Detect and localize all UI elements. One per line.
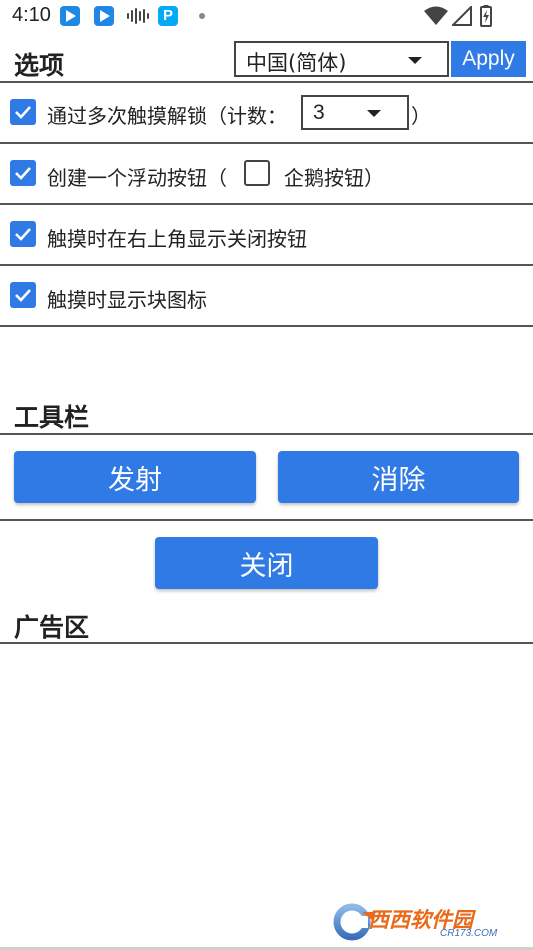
count-select-value: 3 (313, 101, 325, 124)
check-icon (15, 289, 31, 302)
check-icon (15, 167, 31, 180)
check-icon (15, 228, 31, 241)
language-select[interactable]: 中国(简体) (234, 41, 449, 77)
divider (0, 325, 533, 327)
touch-unlock-label-end: ） (411, 104, 431, 128)
sound-wave-icon (127, 8, 149, 24)
divider (0, 433, 533, 435)
signal-icon (452, 6, 472, 26)
dropdown-arrow-icon (408, 57, 422, 64)
close-button-checkbox[interactable] (10, 221, 36, 247)
option-touch-unlock: 通过多次触摸解锁（计数： 3 ） (0, 82, 533, 142)
status-bar: 4:10 P (0, 0, 533, 32)
option-close-button: 触摸时在右上角显示关闭按钮 (0, 204, 533, 264)
block-icon-checkbox[interactable] (10, 282, 36, 308)
language-select-value: 中国(简体) (246, 51, 347, 75)
block-icon-label: 触摸时显示块图标 (47, 288, 207, 312)
options-title: 选项 (14, 51, 65, 80)
floating-button-label: 创建一个浮动按钮（ (47, 166, 227, 190)
floating-button-checkbox[interactable] (10, 160, 36, 186)
wifi-icon (424, 6, 448, 25)
battery-charging-icon (480, 5, 492, 27)
fire-button[interactable]: 发射 (14, 451, 256, 503)
penguin-button-label: 企鹅按钮） (284, 166, 384, 190)
clear-button[interactable]: 消除 (278, 451, 519, 503)
app-icon (94, 6, 114, 26)
dropdown-arrow-icon (367, 110, 381, 117)
watermark-subtext: CR173.COM (440, 928, 498, 939)
p-app-icon: P (158, 6, 178, 26)
check-icon (15, 106, 31, 119)
apply-button[interactable]: Apply (451, 41, 526, 77)
ad-area-title: 广告区 (14, 613, 90, 642)
close-button[interactable]: 关闭 (155, 537, 378, 589)
divider (0, 642, 533, 644)
dot-icon (199, 13, 205, 19)
penguin-button-checkbox[interactable] (244, 160, 270, 186)
divider (0, 519, 533, 521)
option-block-icon: 触摸时显示块图标 (0, 265, 533, 325)
status-time: 4:10 (12, 4, 51, 26)
touch-unlock-label: 通过多次触摸解锁（计数： (47, 104, 287, 128)
close-button-label: 触摸时在右上角显示关闭按钮 (47, 227, 307, 251)
app-icon (60, 6, 80, 26)
count-select[interactable]: 3 (301, 95, 409, 130)
touch-unlock-checkbox[interactable] (10, 99, 36, 125)
toolbar-title: 工具栏 (14, 403, 90, 432)
option-floating-button: 创建一个浮动按钮（ 企鹅按钮） (0, 143, 533, 203)
